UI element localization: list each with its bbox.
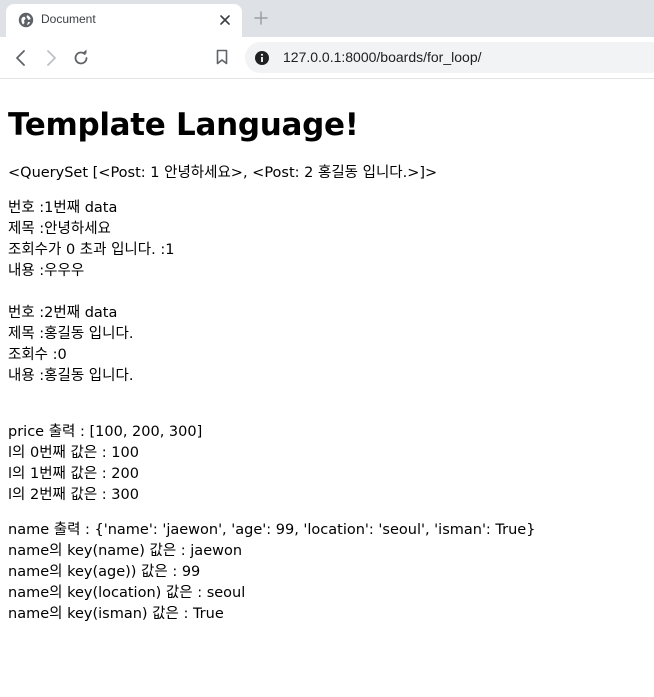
post-content: 내용 :홍길동 입니다. — [8, 368, 134, 384]
post-title: 제목 :안녕하세요 — [8, 221, 111, 237]
price-item: l의 2번째 값은 : 300 — [8, 487, 139, 503]
post-separator — [8, 387, 648, 408]
post-list: 번호 :1번째 data 제목 :안녕하세요 조회수가 0 초과 입니다. :1… — [8, 198, 648, 408]
browser-tab[interactable]: Document — [6, 4, 242, 37]
page-content: Template Language! <QuerySet [<Post: 1 안… — [8, 86, 648, 639]
reload-icon[interactable] — [71, 48, 91, 68]
post-item: 번호 :2번째 data 제목 :홍길동 입니다. 조회수 :0 내용 :홍길동… — [8, 303, 648, 387]
post-views: 조회수가 0 초과 입니다. :1 — [8, 242, 175, 258]
address-bar[interactable]: 127.0.0.1:8000/boards/for_loop/ — [245, 42, 654, 73]
tab-title: Document — [41, 12, 96, 26]
post-separator — [8, 282, 648, 303]
name-section: name 출력 : {'name': 'jaewon', 'age': 99, … — [8, 520, 648, 625]
tab-strip: Document — [0, 0, 654, 37]
price-section: price 출력 : [100, 200, 300] l의 0번째 값은 : 1… — [8, 422, 648, 506]
globe-icon — [18, 12, 34, 28]
price-item: l의 1번째 값은 : 200 — [8, 466, 139, 482]
post-title: 제목 :홍길동 입니다. — [8, 326, 134, 342]
post-content: 내용 :우우우 — [8, 263, 85, 279]
page-title: Template Language! — [8, 107, 359, 143]
bookmark-icon[interactable] — [213, 48, 231, 66]
name-item: name의 key(isman) 값은 : True — [8, 606, 224, 622]
post-views: 조회수 :0 — [8, 347, 67, 363]
name-header: name 출력 : {'name': 'jaewon', 'age': 99, … — [8, 522, 536, 538]
name-item: name의 key(age)) 값은 : 99 — [8, 564, 201, 580]
name-item: name의 key(name) 값은 : jaewon — [8, 543, 243, 559]
post-item: 번호 :1번째 data 제목 :안녕하세요 조회수가 0 초과 입니다. :1… — [8, 198, 648, 282]
url-text[interactable]: 127.0.0.1:8000/boards/for_loop/ — [283, 49, 482, 65]
name-item: name의 key(location) 값은 : seoul — [8, 585, 246, 601]
new-tab-icon[interactable] — [253, 10, 269, 26]
price-item: l의 0번째 값은 : 100 — [8, 445, 139, 461]
close-icon[interactable] — [218, 13, 232, 27]
post-number: 번호 :2번째 data — [8, 305, 118, 321]
back-arrow-icon[interactable] — [11, 48, 31, 68]
queryset-line: <QuerySet [<Post: 1 안녕하세요>, <Post: 2 홍길동… — [8, 163, 648, 184]
site-info-icon[interactable] — [254, 50, 270, 66]
queryset-text: <QuerySet [<Post: 1 안녕하세요>, <Post: 2 홍길동… — [8, 165, 438, 181]
forward-arrow-icon[interactable] — [41, 48, 61, 68]
browser-toolbar: 127.0.0.1:8000/boards/for_loop/ — [0, 37, 654, 79]
price-header: price 출력 : [100, 200, 300] — [8, 424, 203, 440]
post-number: 번호 :1번째 data — [8, 200, 118, 216]
